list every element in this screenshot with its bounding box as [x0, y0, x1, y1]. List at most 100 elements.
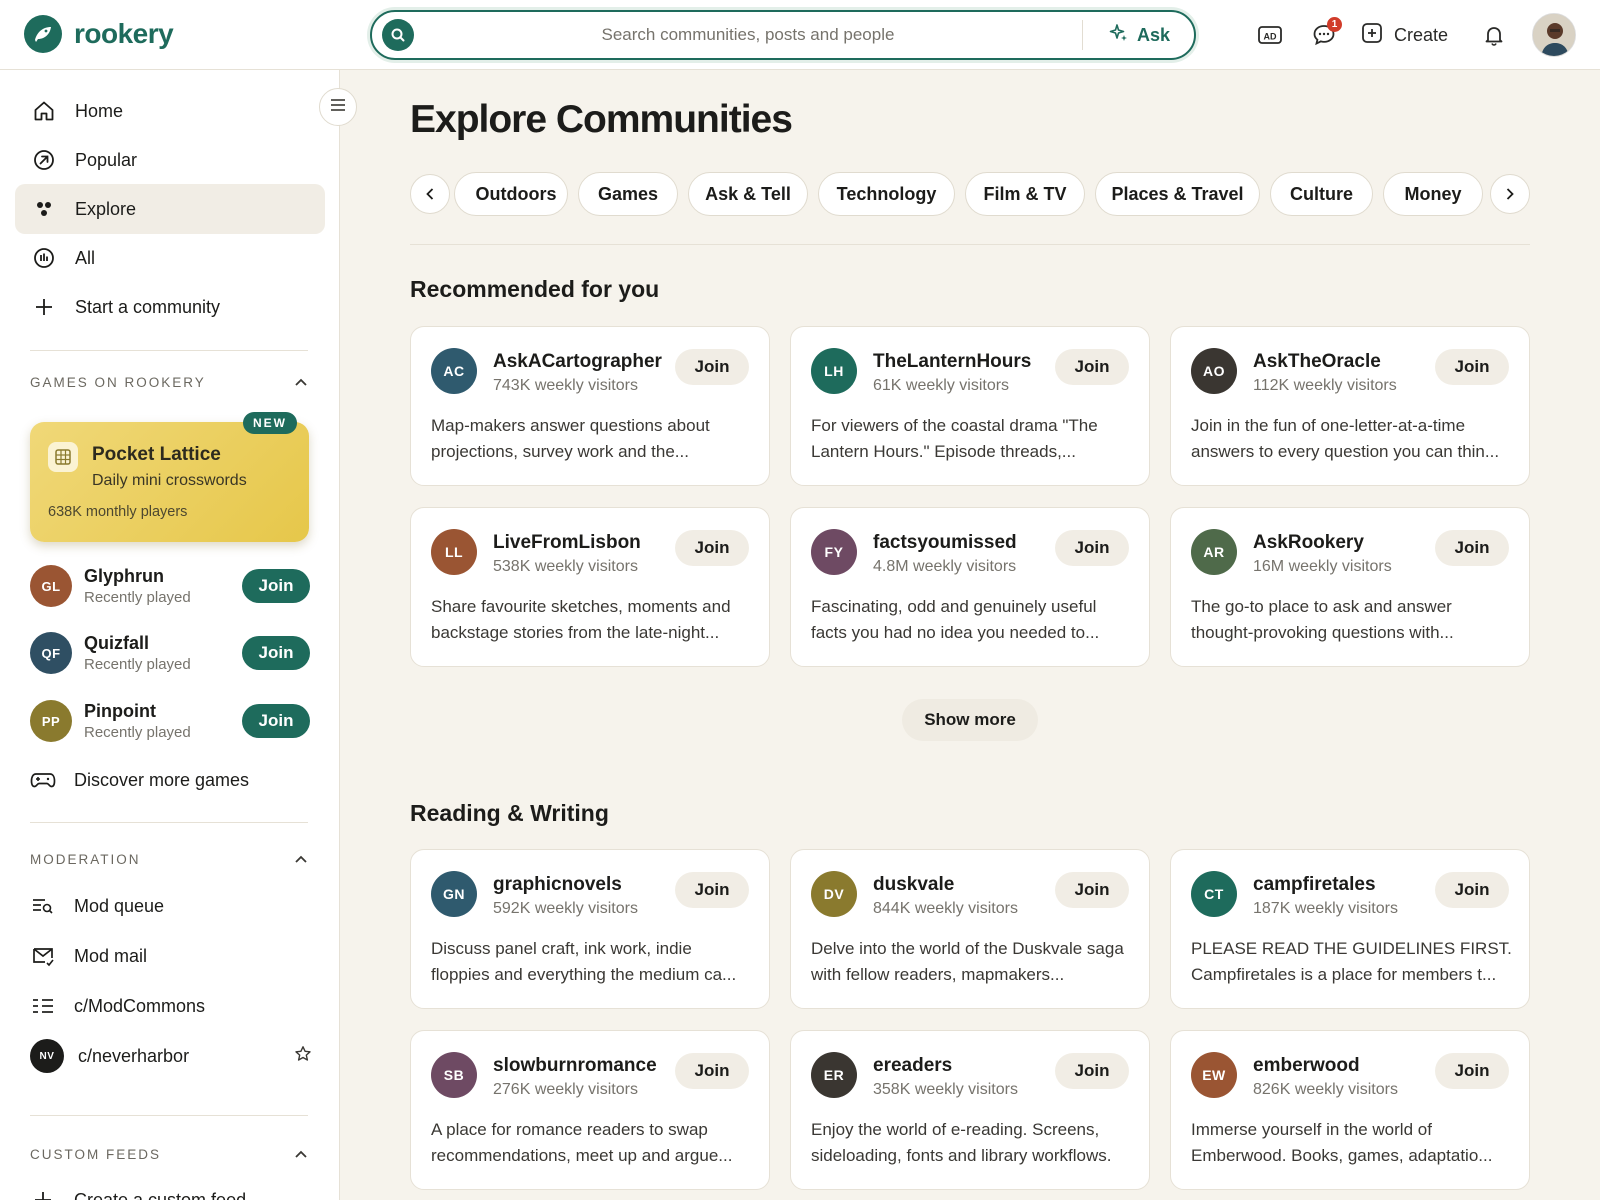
- game-name: Pinpoint: [84, 701, 156, 721]
- sidebar-item-label: c/ModCommons: [74, 995, 206, 1016]
- join-button[interactable]: Join: [242, 569, 310, 603]
- join-button[interactable]: Join: [675, 530, 749, 566]
- join-button[interactable]: Join: [675, 872, 749, 908]
- community-card[interactable]: AR AskRookery 16M weekly visitors Join T…: [1170, 507, 1530, 667]
- chevron-right-icon[interactable]: [1490, 174, 1530, 214]
- join-button[interactable]: Join: [242, 704, 310, 738]
- chevron-left-icon[interactable]: [410, 174, 450, 214]
- section-divider: [30, 822, 308, 823]
- community-card[interactable]: FY factsyoumissed 4.8M weekly visitors J…: [790, 507, 1150, 667]
- community-name[interactable]: duskvale: [873, 874, 954, 896]
- chat-icon[interactable]: 1: [1302, 14, 1346, 56]
- community-card[interactable]: LL LiveFromLisbon 538K weekly visitors J…: [410, 507, 770, 667]
- community-name[interactable]: AskACartographer: [493, 351, 662, 373]
- sidebar-game-quizfall[interactable]: QF Quizfall Recently played Join: [30, 628, 310, 678]
- join-button[interactable]: Join: [242, 636, 310, 670]
- community-name[interactable]: factsyoumissed: [873, 532, 1017, 554]
- custom-feeds-section-header[interactable]: CUSTOM FEEDS: [30, 1147, 308, 1162]
- brand[interactable]: rookery: [24, 15, 174, 53]
- community-card[interactable]: LH TheLanternHours 61K weekly visitors J…: [790, 326, 1150, 486]
- notification-badge: 1: [1326, 17, 1342, 32]
- create-label: Create: [1393, 24, 1448, 45]
- chip-outdoors[interactable]: Outdoors: [454, 172, 568, 216]
- community-name[interactable]: campfiretales: [1253, 874, 1376, 896]
- search-icon[interactable]: [382, 19, 414, 51]
- sidebar-item-mod-queue[interactable]: Mod queue: [30, 886, 310, 926]
- community-name[interactable]: slowburnromance: [493, 1055, 657, 1077]
- community-card[interactable]: EW emberwood 826K weekly visitors Join I…: [1170, 1030, 1530, 1190]
- community-name[interactable]: graphicnovels: [493, 874, 622, 896]
- chip-money[interactable]: Money: [1383, 172, 1483, 216]
- community-card[interactable]: SB slowburnromance 276K weekly visitors …: [410, 1030, 770, 1190]
- community-card[interactable]: DV duskvale 844K weekly visitors Join De…: [790, 849, 1150, 1009]
- sidebar-item-mod-mail[interactable]: Mod mail: [30, 936, 310, 976]
- chevron-up-icon[interactable]: [294, 375, 308, 390]
- community-name[interactable]: TheLanternHours: [873, 351, 1031, 373]
- community-card[interactable]: GN graphicnovels 592K weekly visitors Jo…: [410, 849, 770, 1009]
- sidebar-item-all[interactable]: All: [15, 233, 325, 283]
- ask-button[interactable]: Ask: [1083, 12, 1194, 58]
- section-title-recommended: Recommended for you: [410, 276, 660, 302]
- star-icon[interactable]: [294, 1045, 312, 1068]
- discover-games-link[interactable]: Discover more games: [30, 760, 310, 800]
- sidebar-game-pinpoint[interactable]: PP Pinpoint Recently played Join: [30, 696, 310, 746]
- chip-places-travel[interactable]: Places & Travel: [1095, 172, 1260, 216]
- collapse-sidebar-button[interactable]: [319, 88, 357, 126]
- chip-technology[interactable]: Technology: [818, 172, 955, 216]
- community-card[interactable]: CT campfiretales 187K weekly visitors Jo…: [1170, 849, 1530, 1009]
- sidebar-game-glyphrun[interactable]: GL Glyphrun Recently played Join: [30, 561, 310, 611]
- create-custom-feed-link[interactable]: Create a custom feed: [30, 1180, 310, 1200]
- join-button[interactable]: Join: [675, 1053, 749, 1089]
- chevron-up-icon[interactable]: [294, 852, 308, 867]
- join-button[interactable]: Join: [1055, 1053, 1129, 1089]
- community-name[interactable]: LiveFromLisbon: [493, 532, 641, 554]
- all-icon: [31, 245, 57, 271]
- community-card[interactable]: AO AskTheOracle 112K weekly visitors Joi…: [1170, 326, 1530, 486]
- join-button[interactable]: Join: [1435, 349, 1509, 385]
- sidebar-item-label: Mod mail: [74, 945, 148, 966]
- join-button[interactable]: Join: [1435, 872, 1509, 908]
- community-description: Share favourite sketches, moments and ba…: [431, 597, 731, 642]
- community-name[interactable]: ereaders: [873, 1055, 952, 1077]
- create-button[interactable]: Create: [1360, 21, 1448, 50]
- plus-icon: [31, 294, 57, 320]
- crossword-icon: [48, 442, 78, 472]
- join-button[interactable]: Join: [1435, 1053, 1509, 1089]
- featured-game-subtitle: Daily mini crosswords: [92, 472, 247, 489]
- community-card[interactable]: AC AskACartographer 743K weekly visitors…: [410, 326, 770, 486]
- chip-culture[interactable]: Culture: [1270, 172, 1373, 216]
- menu-icon: [330, 98, 346, 117]
- sidebar-item-explore[interactable]: Explore: [15, 184, 325, 234]
- search-bar[interactable]: Search communities, posts and people Ask: [370, 10, 1196, 60]
- sidebar-item-popular[interactable]: Popular: [15, 135, 325, 185]
- sidebar-item-start-community[interactable]: Start a community: [15, 282, 325, 332]
- community-visitors: 743K weekly visitors: [493, 377, 638, 394]
- sidebar-item-neverharbor[interactable]: NV c/neverharbor: [30, 1036, 312, 1076]
- join-button[interactable]: Join: [675, 349, 749, 385]
- join-button[interactable]: Join: [1055, 872, 1129, 908]
- chip-film-tv[interactable]: Film & TV: [965, 172, 1085, 216]
- games-section-header[interactable]: GAMES ON ROOKERY: [30, 375, 308, 390]
- sidebar-item-home[interactable]: Home: [15, 86, 325, 136]
- show-more-button[interactable]: Show more: [902, 699, 1038, 741]
- join-button[interactable]: Join: [1055, 349, 1129, 385]
- bell-icon[interactable]: [1472, 14, 1516, 56]
- user-avatar[interactable]: [1532, 13, 1576, 57]
- community-description: Fascinating, odd and genuinely useful fa…: [811, 597, 1100, 642]
- search-input[interactable]: Search communities, posts and people: [414, 25, 1082, 45]
- ad-icon[interactable]: AD: [1248, 14, 1292, 56]
- join-button[interactable]: Join: [1435, 530, 1509, 566]
- sidebar-item-modcommons[interactable]: c/ModCommons: [30, 986, 310, 1026]
- community-name[interactable]: AskTheOracle: [1253, 351, 1381, 373]
- moderation-section-header[interactable]: MODERATION: [30, 852, 308, 867]
- chip-ask-tell[interactable]: Ask & Tell: [688, 172, 808, 216]
- chevron-up-icon[interactable]: [294, 1147, 308, 1162]
- community-name[interactable]: AskRookery: [1253, 532, 1364, 554]
- community-visitors: 826K weekly visitors: [1253, 1081, 1398, 1098]
- chip-games[interactable]: Games: [578, 172, 678, 216]
- community-card[interactable]: ER ereaders 358K weekly visitors Join En…: [790, 1030, 1150, 1190]
- featured-game-card[interactable]: NEW Pocket Lattice Daily mini crosswords…: [30, 412, 309, 542]
- game-avatar: QF: [30, 632, 72, 674]
- community-name[interactable]: emberwood: [1253, 1055, 1360, 1077]
- join-button[interactable]: Join: [1055, 530, 1129, 566]
